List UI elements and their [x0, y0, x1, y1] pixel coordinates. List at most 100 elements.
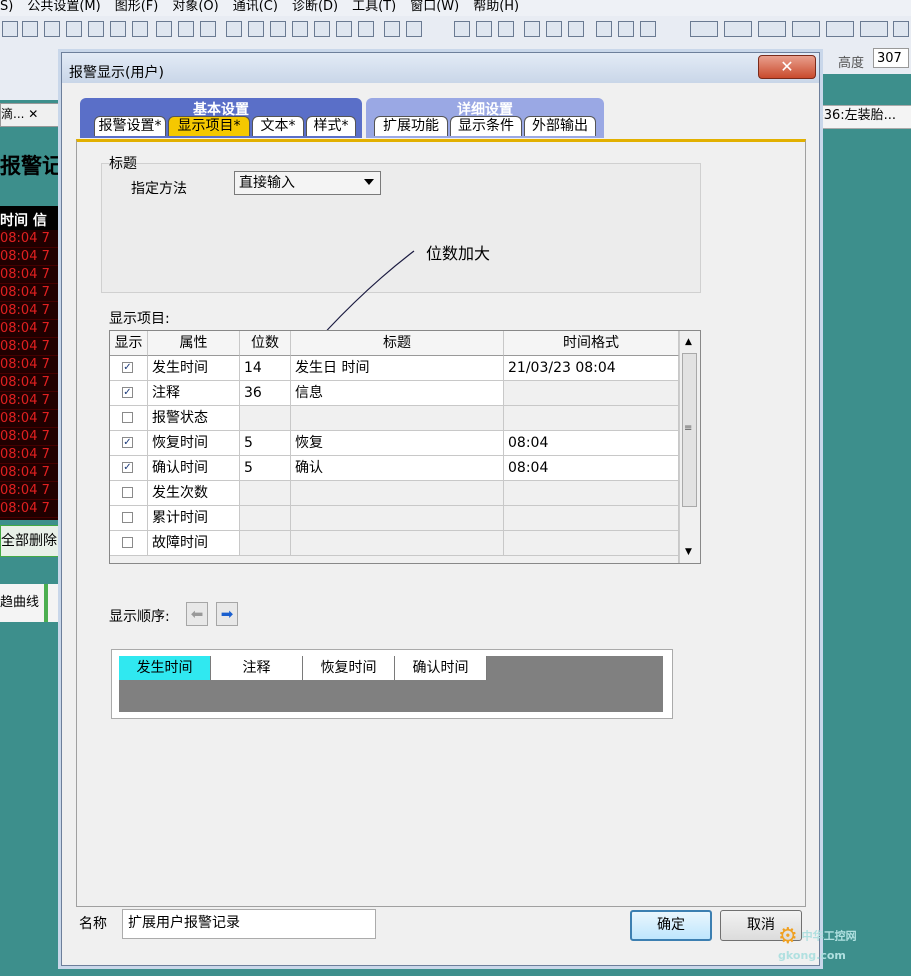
tab-extended-functions[interactable]: 扩展功能	[374, 116, 448, 136]
title-cell[interactable]: 信息	[291, 381, 504, 406]
time-format-cell[interactable]	[504, 506, 679, 531]
display-checkbox[interactable]	[122, 487, 133, 498]
menu-item[interactable]: S)	[0, 0, 13, 14]
attribute-cell[interactable]: 发生次数	[148, 481, 240, 506]
menu-item[interactable]: 公共设置(M)	[27, 0, 100, 14]
tab-text[interactable]: 文本*	[252, 116, 304, 136]
close-button[interactable]: ✕	[758, 55, 816, 79]
tool-icon[interactable]	[270, 21, 286, 37]
tool-icon[interactable]	[358, 21, 374, 37]
align-icon[interactable]	[596, 21, 612, 37]
tab-style[interactable]: 样式*	[306, 116, 356, 136]
spec-method-select[interactable]: 直接输入	[234, 171, 381, 195]
display-checkbox[interactable]: ✓	[122, 362, 133, 373]
time-format-cell[interactable]	[504, 531, 679, 556]
attribute-cell[interactable]: 报警状态	[148, 406, 240, 431]
display-checkbox-cell[interactable]	[110, 406, 148, 431]
time-format-cell[interactable]: 08:04	[504, 431, 679, 456]
title-cell[interactable]: 恢复	[291, 431, 504, 456]
display-checkbox-cell[interactable]	[110, 531, 148, 556]
title-cell[interactable]	[291, 506, 504, 531]
tool-icon[interactable]	[200, 21, 216, 37]
attribute-cell[interactable]: 注释	[148, 381, 240, 406]
tool-icon[interactable]	[248, 21, 264, 37]
align-icon[interactable]	[640, 21, 656, 37]
tool-icon[interactable]	[2, 21, 18, 37]
title-cell[interactable]: 发生日 时间	[291, 356, 504, 381]
title-cell[interactable]	[291, 406, 504, 431]
tool-icon[interactable]	[66, 21, 82, 37]
time-format-cell[interactable]	[504, 381, 679, 406]
tool-icon[interactable]	[292, 21, 308, 37]
menu-item[interactable]: 对象(O)	[172, 0, 218, 14]
column-header[interactable]: 位数	[240, 331, 291, 356]
display-checkbox[interactable]: ✓	[122, 387, 133, 398]
display-checkbox-cell[interactable]: ✓	[110, 456, 148, 481]
ok-button[interactable]: 确定	[630, 910, 712, 941]
scroll-up-icon[interactable]: ▲	[685, 337, 692, 347]
align-icon[interactable]	[618, 21, 634, 37]
scroll-down-icon[interactable]: ▼	[685, 547, 692, 557]
time-format-cell[interactable]: 21/03/23 08:04	[504, 356, 679, 381]
display-checkbox[interactable]: ✓	[122, 462, 133, 473]
digits-cell[interactable]	[240, 406, 291, 431]
display-order-item[interactable]: 确认时间	[395, 656, 487, 680]
tool-icon[interactable]	[406, 21, 422, 37]
tool-icon[interactable]	[88, 21, 104, 37]
tool-icon[interactable]	[178, 21, 194, 37]
tab-external-output[interactable]: 外部输出	[524, 116, 596, 136]
display-checkbox-cell[interactable]	[110, 481, 148, 506]
tool-icon[interactable]	[226, 21, 242, 37]
delete-all-button[interactable]: 全部删除	[0, 525, 64, 557]
move-left-button[interactable]: ⬅	[186, 602, 208, 626]
align-icon[interactable]	[546, 21, 562, 37]
title-cell[interactable]: 确认	[291, 456, 504, 481]
digits-cell[interactable]	[240, 531, 291, 556]
tab-alarm-settings[interactable]: 报警设置*	[94, 116, 166, 136]
tool-icon[interactable]	[336, 21, 352, 37]
align-icon[interactable]	[568, 21, 584, 37]
time-format-cell[interactable]: 08:04	[504, 456, 679, 481]
pen-color-icon[interactable]	[758, 21, 786, 37]
tool-icon[interactable]	[22, 21, 38, 37]
display-checkbox[interactable]	[122, 512, 133, 523]
screen-tab[interactable]: -36:左装胎...	[818, 105, 911, 129]
attribute-cell[interactable]: 故障时间	[148, 531, 240, 556]
display-checkbox[interactable]	[122, 412, 133, 423]
display-checkbox-cell[interactable]: ✓	[110, 381, 148, 406]
menu-item[interactable]: 窗口(W)	[410, 0, 459, 14]
digits-cell[interactable]	[240, 481, 291, 506]
align-icon[interactable]	[524, 21, 540, 37]
tool-icon[interactable]	[44, 21, 60, 37]
move-right-button[interactable]: ➡	[216, 602, 238, 626]
height-input[interactable]: 307	[873, 48, 909, 68]
time-format-cell[interactable]	[504, 481, 679, 506]
tool-icon[interactable]	[384, 21, 400, 37]
digits-cell[interactable]: 36	[240, 381, 291, 406]
digits-cell[interactable]: 5	[240, 431, 291, 456]
title-cell[interactable]	[291, 531, 504, 556]
pattern-icon[interactable]	[826, 21, 854, 37]
tool-icon[interactable]	[156, 21, 172, 37]
column-header[interactable]: 显示	[110, 331, 148, 356]
display-checkbox-cell[interactable]: ✓	[110, 356, 148, 381]
tab-display-items[interactable]: 显示项目*	[168, 116, 250, 136]
display-checkbox-cell[interactable]: ✓	[110, 431, 148, 456]
align-icon[interactable]	[454, 21, 470, 37]
name-input[interactable]: 扩展用户报警记录	[122, 909, 376, 939]
line-style-icon[interactable]	[690, 21, 718, 37]
menu-item[interactable]: 图形(F)	[115, 0, 159, 14]
line-width-icon[interactable]	[724, 21, 752, 37]
tool-icon[interactable]	[110, 21, 126, 37]
menu-item[interactable]: 帮助(H)	[473, 0, 519, 14]
display-checkbox[interactable]	[122, 537, 133, 548]
tab-display-conditions[interactable]: 显示条件	[450, 116, 522, 136]
display-checkbox-cell[interactable]	[110, 506, 148, 531]
attribute-cell[interactable]: 发生时间	[148, 356, 240, 381]
align-icon[interactable]	[498, 21, 514, 37]
digits-cell[interactable]	[240, 506, 291, 531]
curve-button[interactable]: 趋曲线	[0, 584, 46, 622]
column-header[interactable]: 标题	[291, 331, 504, 356]
digits-cell[interactable]: 14	[240, 356, 291, 381]
attribute-cell[interactable]: 恢复时间	[148, 431, 240, 456]
